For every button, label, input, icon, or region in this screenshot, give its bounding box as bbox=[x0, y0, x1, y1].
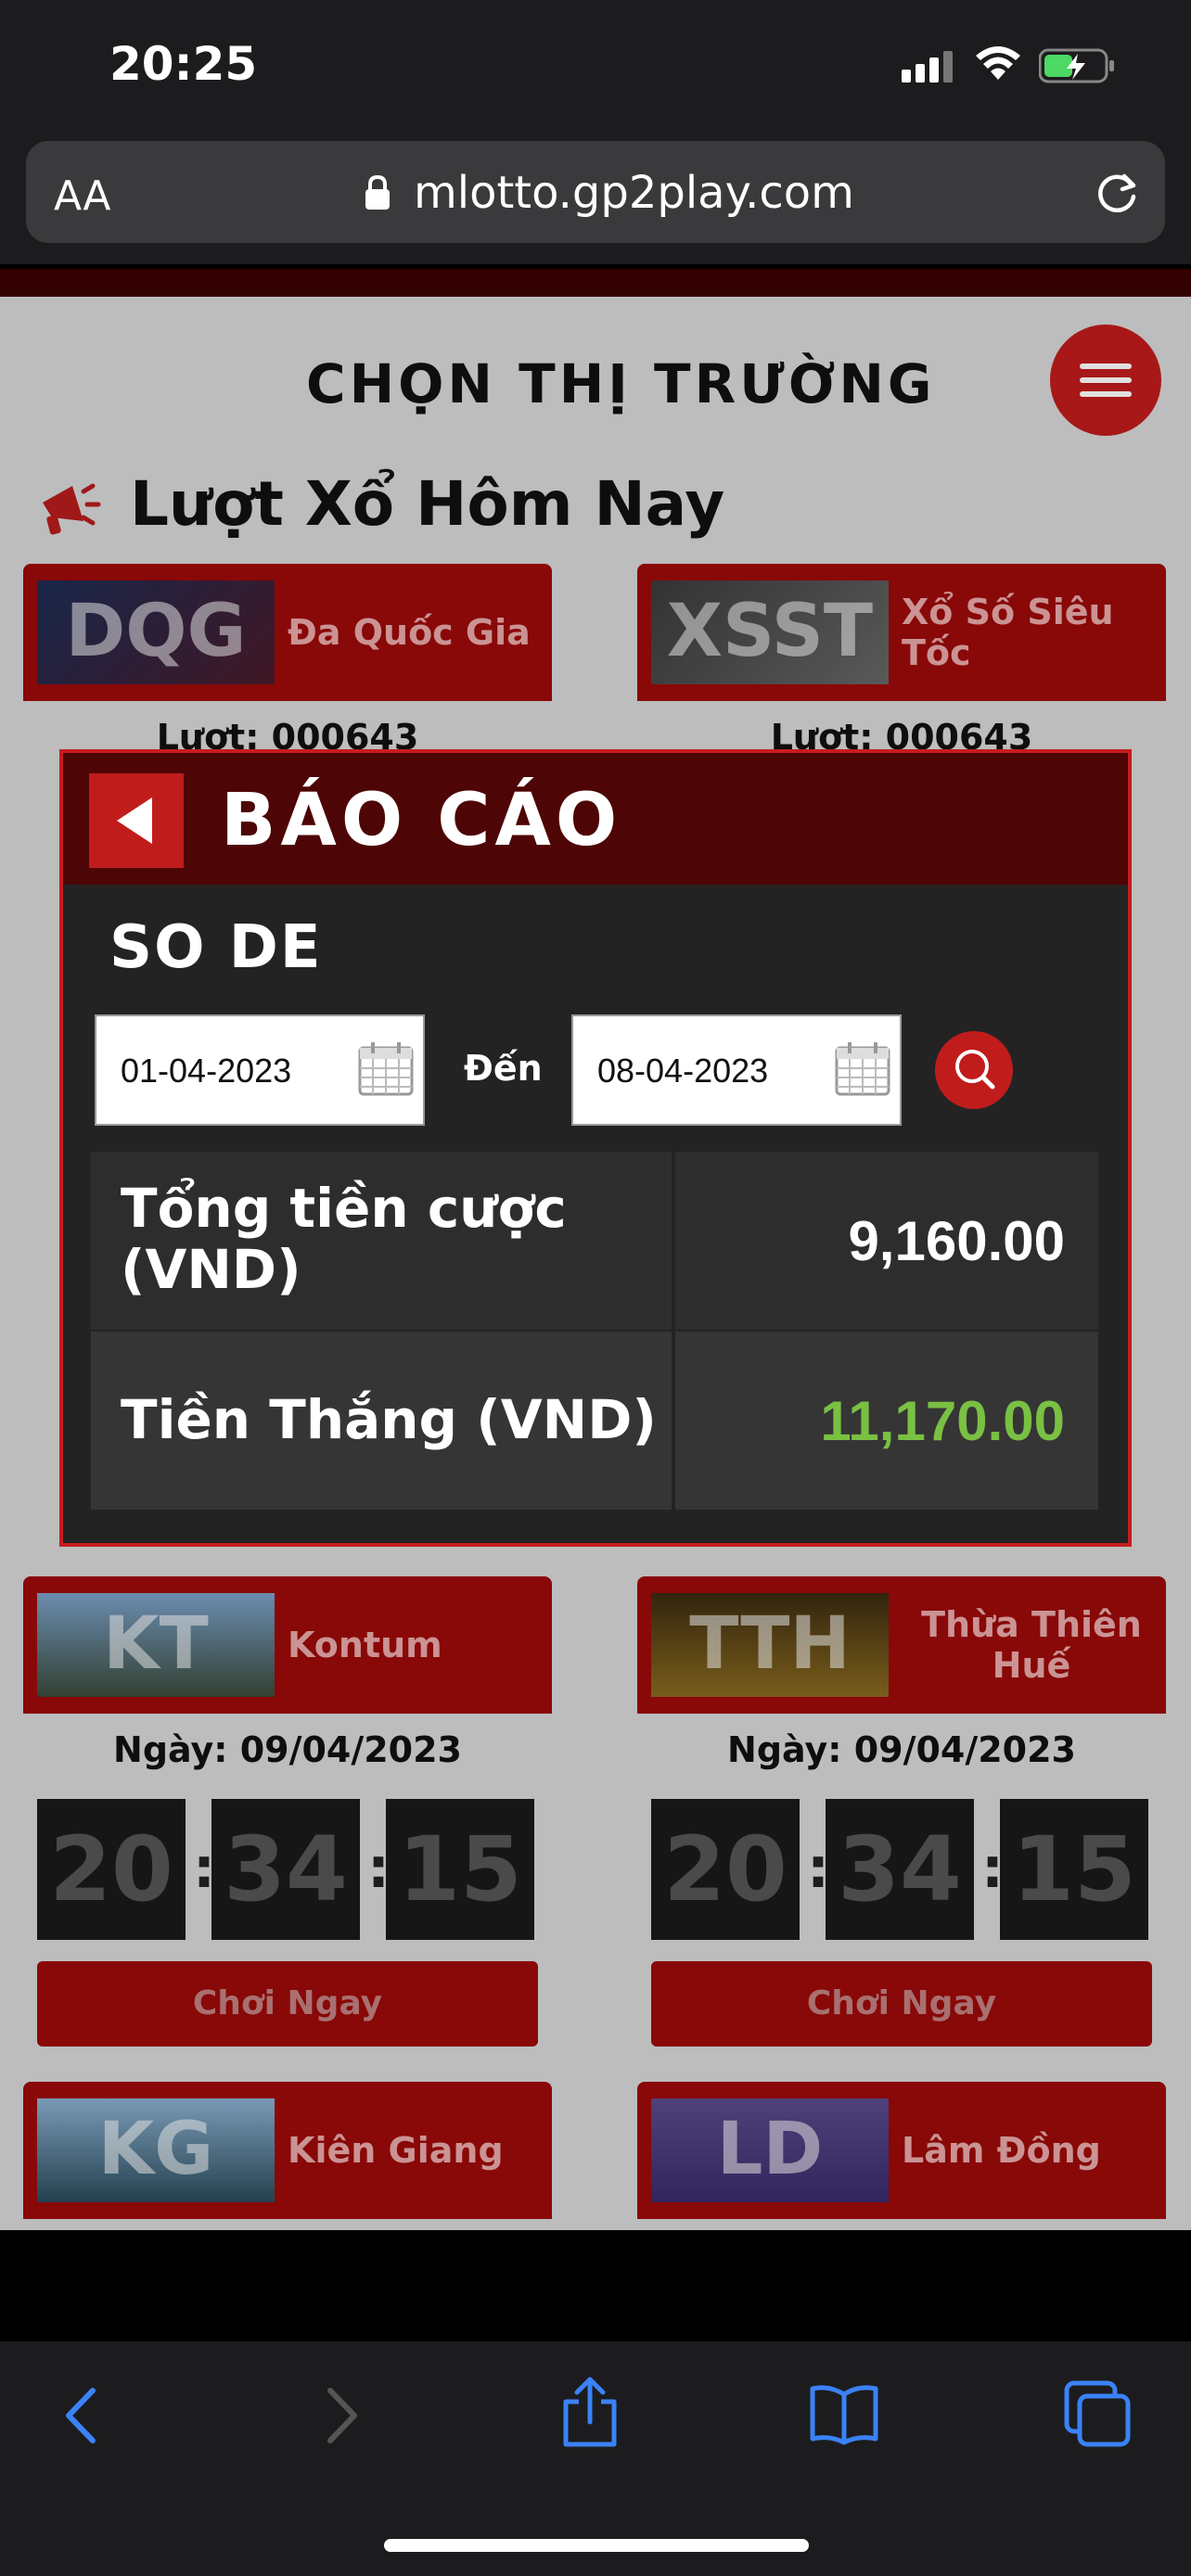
back-button[interactable] bbox=[89, 773, 184, 868]
search-button[interactable] bbox=[935, 1031, 1013, 1109]
back-arrow-icon bbox=[117, 797, 152, 844]
from-date-value: 01-04-2023 bbox=[121, 1052, 292, 1090]
page-bottom-gap bbox=[0, 2230, 1191, 2341]
winnings-value-cell: 11,170.00 bbox=[675, 1332, 1098, 1510]
report-subtitle: SO DE bbox=[109, 913, 323, 982]
reload-icon[interactable] bbox=[1091, 167, 1143, 223]
total-bet-label: Tổng tiền cược (VND) bbox=[91, 1152, 672, 1330]
url-text[interactable]: mlotto.gp2play.com bbox=[414, 167, 854, 219]
bookmarks-icon[interactable] bbox=[807, 2381, 881, 2450]
lock-icon bbox=[364, 174, 391, 211]
winnings-label-cell: Tiền Thắng (VND) bbox=[91, 1332, 672, 1510]
calendar-icon[interactable] bbox=[356, 1039, 416, 1098]
to-label: Đến bbox=[464, 1048, 543, 1089]
table-row-winnings: Tiền Thắng (VND) 11,170.00 bbox=[91, 1332, 1098, 1510]
winnings-value: 11,170.00 bbox=[820, 1390, 1065, 1452]
home-indicator bbox=[384, 2539, 809, 2552]
report-table: Tổng tiền cược (VND) 9,160.00 Tiền Thắng… bbox=[91, 1152, 1098, 1510]
from-date-input[interactable]: 01-04-2023 bbox=[95, 1014, 425, 1126]
total-bet-value-cell: 9,160.00 bbox=[675, 1152, 1098, 1330]
search-icon bbox=[955, 1050, 995, 1090]
modal-title: BÁO CÁO bbox=[221, 779, 622, 862]
reader-settings-button[interactable]: AA bbox=[54, 172, 110, 220]
total-bet-value: 9,160.00 bbox=[848, 1210, 1065, 1272]
cellular-signal-icon bbox=[902, 51, 957, 83]
to-date-value: 08-04-2023 bbox=[597, 1052, 769, 1090]
battery-icon bbox=[1038, 48, 1117, 87]
total-bet-label-line1: Tổng tiền cược bbox=[121, 1177, 567, 1240]
calendar-icon[interactable] bbox=[833, 1039, 892, 1098]
back-icon[interactable] bbox=[56, 2385, 108, 2450]
status-time: 20:25 bbox=[109, 37, 258, 91]
to-date-input[interactable]: 08-04-2023 bbox=[571, 1014, 902, 1126]
winnings-label: Tiền Thắng (VND) bbox=[121, 1388, 657, 1451]
forward-icon[interactable] bbox=[315, 2385, 367, 2450]
wifi-icon bbox=[974, 45, 1022, 85]
tabs-icon[interactable] bbox=[1063, 2379, 1132, 2452]
table-row-total-bet: Tổng tiền cược (VND) 9,160.00 bbox=[91, 1152, 1098, 1330]
share-icon[interactable] bbox=[557, 2376, 623, 2452]
total-bet-label-line2: (VND) bbox=[121, 1238, 301, 1301]
